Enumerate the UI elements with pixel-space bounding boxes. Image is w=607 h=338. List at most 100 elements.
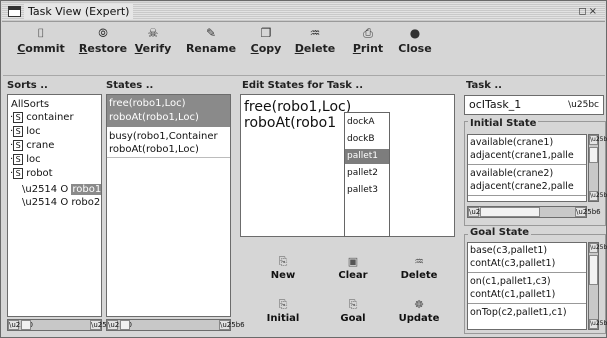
copy-mnemonic: C	[250, 42, 259, 55]
dropdown-item-dockA[interactable]: dockA	[345, 115, 389, 130]
tree-item-loc[interactable]: · Sloc	[10, 126, 41, 137]
verify-button[interactable]: ☠ Verify	[127, 26, 179, 68]
goal-fact: contAt(c3,pallet1)	[470, 258, 556, 269]
edit-title: Edit States for Task ..	[242, 80, 364, 91]
states-group[interactable]: busy(robo1,Container roboAt(robo1,Loc)	[107, 128, 230, 158]
commit-label-rest: ommit	[25, 42, 65, 55]
scroll-left-icon[interactable]: \u25c0	[8, 320, 33, 330]
tree-item-robo1[interactable]: \u2514 O robo1	[22, 184, 101, 195]
goal-fact: onTop(c2,pallet1,c1)	[470, 307, 567, 318]
rename-label-text: Rename	[185, 42, 237, 55]
copy-label-rest: opy	[258, 42, 282, 55]
clear-icon: ▣	[347, 255, 359, 268]
delete-button[interactable]: ♒ Delete	[289, 26, 341, 68]
object-icon: \u2514 O	[22, 197, 72, 208]
delete-label: Delete	[289, 42, 341, 55]
update-button[interactable]: ☸ Update	[389, 298, 449, 324]
scroll-right-icon[interactable]: \u25b6	[90, 320, 116, 330]
tree-item-robo2[interactable]: \u2514 O robo2	[22, 197, 100, 208]
print-button[interactable]: ⎙ Print	[345, 26, 391, 68]
scroll-thumb[interactable]	[589, 255, 598, 285]
commit-icon: ⌷	[37, 26, 45, 40]
sort-icon: S	[13, 140, 24, 151]
initial-icon: ⎘	[278, 298, 288, 311]
window-controls[interactable]: ◻×	[578, 6, 599, 17]
close-label-text: Close	[398, 42, 432, 55]
initial-fact: available(crane1)	[470, 137, 554, 148]
clear-label: Clear	[338, 270, 368, 281]
initial-fact: available(crane2)	[470, 168, 554, 179]
object-icon: \u2514 O	[22, 184, 72, 195]
goal-state-entry[interactable]: on(c1,pallet1,c3) contAt(c1,pallet1)	[468, 274, 586, 304]
goal-state-entry[interactable]: base(c3,pallet1) contAt(c3,pallet1)	[468, 243, 586, 273]
initial-state-entry[interactable]: available(crane2) adjacent(crane2,palle	[468, 166, 586, 196]
window-icon	[8, 6, 21, 17]
chevron-down-icon[interactable]: \u25bc	[568, 96, 599, 114]
state-roboat-2: roboAt(robo1,Loc)	[109, 144, 199, 155]
goal-vscroll[interactable]: \u25b2 \u25bc	[588, 242, 607, 330]
scroll-right-icon[interactable]: \u25b6	[219, 320, 245, 330]
restore-button[interactable]: ⦾ Restore	[75, 26, 131, 68]
restore-label-rest: estore	[87, 42, 128, 55]
tree-item-container[interactable]: · Scontainer	[10, 112, 74, 123]
goal-state-title: Goal State	[468, 227, 532, 238]
tree-item-crane[interactable]: · Scrane	[10, 140, 54, 151]
scroll-thumb[interactable]	[120, 320, 130, 330]
new-icon: ⎘	[278, 255, 288, 268]
goal-state-list[interactable]: base(c3,pallet1) contAt(c3,pallet1) on(c1,…	[467, 242, 587, 330]
rename-icon: ✎	[205, 26, 217, 40]
completion-dropdown[interactable]: dockA dockB pallet1 pallet2 pallet3	[344, 112, 390, 237]
tree-item-loc[interactable]: · Sloc	[10, 154, 41, 165]
initial-vscroll[interactable]: \u25b2 \u25bc	[588, 134, 607, 202]
close-button[interactable]: ● Close	[389, 26, 441, 68]
clear-button[interactable]: ▣ Clear	[323, 255, 383, 281]
initial-state-entry[interactable]: available(crane1) adjacent(crane1,palle	[468, 135, 586, 165]
initial-button[interactable]: ⎘ Initial	[253, 298, 313, 324]
new-button[interactable]: ⎘ New	[253, 255, 313, 281]
print-icon: ⎙	[363, 26, 373, 40]
tree-root-allsorts[interactable]: AllSorts	[11, 99, 49, 110]
states-hscroll[interactable]: \u25c0 \u25b6	[106, 319, 245, 331]
title-bar[interactable]: Task View (Expert) ◻×	[2, 2, 605, 22]
dropdown-item-dockB[interactable]: dockB	[345, 132, 389, 147]
initial-hscroll[interactable]: \u25c0 \u25b6	[467, 206, 601, 218]
copy-button[interactable]: ❐ Copy	[243, 26, 289, 68]
toolbar: ⌷ Commit ⦾ Restore ☠ Verify ✎ Rename ❐ Copy ♒ Delet…	[1, 23, 606, 73]
tree-item-label: crane	[26, 140, 55, 151]
dropdown-item-pallet2[interactable]: pallet2	[345, 166, 389, 181]
scroll-down-icon[interactable]: \u25bc	[589, 319, 607, 329]
dropdown-item-pallet1[interactable]: pallet1	[345, 149, 389, 164]
states-group-selected[interactable]: free(robo1,Loc) roboAt(robo1,Loc)	[107, 95, 230, 127]
sort-icon: S	[13, 154, 24, 165]
dropdown-item-pallet3[interactable]: pallet3	[345, 183, 389, 198]
verify-label-rest: erify	[142, 42, 172, 55]
scroll-thumb[interactable]	[589, 147, 598, 163]
scroll-thumb[interactable]	[480, 207, 540, 217]
states-list[interactable]: free(robo1,Loc) roboAt(robo1,Loc) busy(r…	[106, 94, 231, 317]
tree-item-robot[interactable]: · Srobot	[10, 168, 53, 179]
rename-button[interactable]: ✎ Rename	[183, 26, 239, 68]
scroll-up-icon[interactable]: \u25b2	[589, 135, 607, 145]
task-select[interactable]: ocITask_1 \u25bc	[464, 95, 604, 115]
delete-button[interactable]: ♒ Delete	[389, 255, 449, 281]
scroll-right-icon[interactable]: \u25b6	[575, 207, 601, 217]
scroll-left-icon[interactable]: \u25c0	[107, 320, 132, 330]
sorts-tree[interactable]: AllSorts · Scontainer · Sloc · Scrane · Sloc · Sr…	[7, 94, 102, 317]
copy-label: Copy	[243, 42, 289, 55]
tree-item-label: robot	[26, 168, 53, 179]
scroll-thumb[interactable]	[21, 320, 31, 330]
commit-button[interactable]: ⌷ Commit	[12, 26, 70, 68]
initial-label: Initial	[266, 313, 300, 324]
scroll-up-icon[interactable]: \u25b2	[589, 243, 607, 253]
goal-state-entry[interactable]: onTop(c2,pallet1,c1)	[468, 305, 586, 329]
goal-button[interactable]: ⎘ Goal	[323, 298, 383, 324]
commit-label: Commit	[12, 42, 70, 55]
edit-line-1[interactable]: free(robo1,Loc)	[244, 99, 351, 115]
initial-state-list[interactable]: available(crane1) adjacent(crane1,palle av…	[467, 134, 587, 202]
edit-line-2[interactable]: roboAt(robo1	[244, 115, 336, 131]
update-icon: ☸	[414, 298, 424, 311]
scroll-down-icon[interactable]: \u25bc	[589, 191, 607, 201]
scroll-left-icon[interactable]: \u25c0	[468, 207, 493, 217]
close-label: Close	[389, 42, 441, 55]
sorts-hscroll[interactable]: \u25c0 \u25b6	[7, 319, 116, 331]
